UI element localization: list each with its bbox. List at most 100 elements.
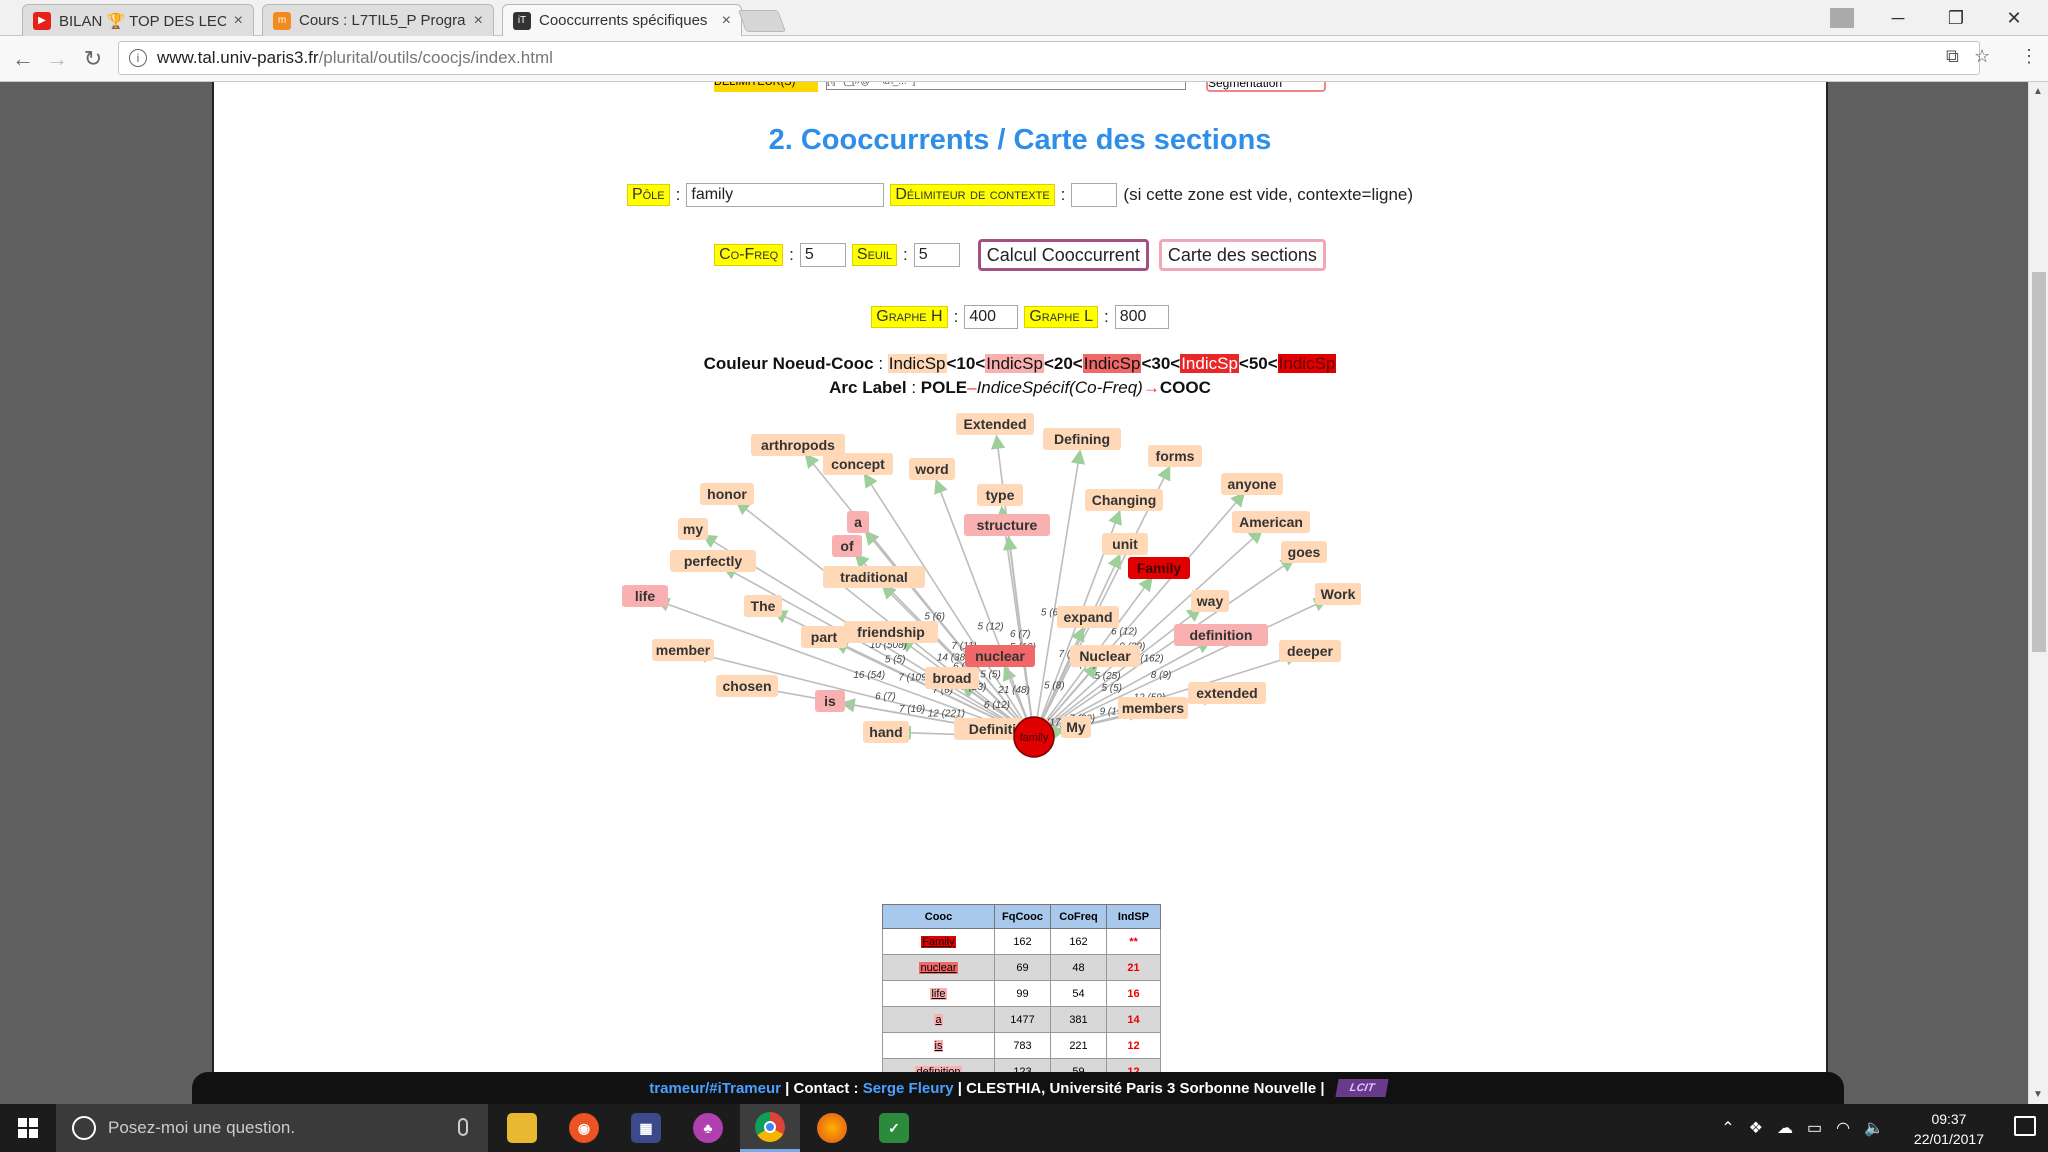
cooc-link[interactable]: life xyxy=(930,987,947,1000)
info-icon[interactable]: i xyxy=(129,49,147,67)
node-definition[interactable]: definition xyxy=(1174,624,1268,646)
translate-icon[interactable]: ⧉ xyxy=(1946,46,1959,67)
chrome-app[interactable] xyxy=(740,1104,800,1152)
battery-icon[interactable]: ▭ xyxy=(1807,1118,1822,1138)
node-goes[interactable]: goes xyxy=(1281,541,1327,563)
new-tab-button[interactable] xyxy=(737,10,787,32)
reload-icon[interactable]: ↻ xyxy=(78,44,108,74)
volume-icon[interactable]: 🔈 xyxy=(1864,1118,1884,1138)
node-word[interactable]: word xyxy=(909,458,955,480)
close-tab-icon[interactable]: × xyxy=(234,12,243,30)
node-family[interactable]: Family xyxy=(1128,557,1190,579)
cooc-link[interactable]: is xyxy=(933,1039,944,1052)
bookmark-star-icon[interactable]: ☆ xyxy=(1974,46,1990,67)
scroll-up-icon[interactable]: ▲ xyxy=(2033,86,2043,97)
node-of[interactable]: of xyxy=(832,535,862,557)
delimiteur-input[interactable]: [\]'"’(_[#@^ ''\u\_...~] xyxy=(826,82,1186,90)
node-type[interactable]: type xyxy=(977,484,1023,506)
node-broad[interactable]: broad xyxy=(925,667,979,689)
segmentation-button[interactable]: Segmentation xyxy=(1206,82,1326,92)
cortana-search-box[interactable]: Posez-moi une question. xyxy=(56,1104,488,1152)
windows-start-button[interactable] xyxy=(0,1104,56,1152)
page-scrollbar[interactable]: ▲ ▼ xyxy=(2028,82,2048,1104)
node-arthropods[interactable]: arthropods xyxy=(751,434,845,456)
seuil-input[interactable] xyxy=(913,243,960,267)
cell-cooc[interactable]: nuclear xyxy=(882,954,995,981)
node-a[interactable]: a xyxy=(847,511,869,533)
node-extended[interactable]: extended xyxy=(1188,682,1266,704)
clock[interactable]: 09:37 22/01/2017 xyxy=(1914,1109,1984,1149)
minimize-icon[interactable]: ─ xyxy=(1870,0,1926,36)
node-perfectly[interactable]: perfectly xyxy=(670,550,756,572)
ubuntu-app[interactable]: ◉ xyxy=(554,1104,614,1152)
node-extended[interactable]: Extended xyxy=(956,413,1034,435)
back-icon[interactable]: ← xyxy=(8,44,38,74)
carte-des-sections-button[interactable]: Carte des sections xyxy=(1158,239,1326,271)
serge-fleury-link[interactable]: Serge Fleury xyxy=(863,1080,954,1097)
onedrive-icon[interactable]: ☁ xyxy=(1777,1118,1793,1138)
wifi-icon[interactable]: ◠ xyxy=(1836,1118,1850,1138)
close-tab-icon[interactable]: × xyxy=(474,12,483,30)
close-window-icon[interactable]: ✕ xyxy=(1986,0,2042,36)
node-way[interactable]: way xyxy=(1191,590,1229,612)
scroll-thumb[interactable] xyxy=(2032,272,2046,652)
node-deeper[interactable]: deeper xyxy=(1279,640,1341,662)
node-hand[interactable]: hand xyxy=(863,721,909,743)
cell-cooc[interactable]: Family xyxy=(882,928,995,955)
calcul-cooccurrent-button[interactable]: Calcul Cooccurrent xyxy=(977,239,1149,271)
tab-youtube[interactable]: ▶ BILAN 🏆 TOP DES LECT × xyxy=(22,4,254,36)
node-expand[interactable]: expand xyxy=(1057,606,1119,628)
address-bar[interactable]: i www.tal.univ-paris3.fr/plurital/outils… xyxy=(118,41,1980,75)
node-part[interactable]: part xyxy=(801,626,847,648)
forward-icon[interactable]: → xyxy=(42,44,72,74)
trameur-link[interactable]: trameur/#iTrameur xyxy=(649,1080,781,1097)
cell-cooc[interactable]: life xyxy=(882,980,995,1007)
microphone-icon[interactable] xyxy=(458,1118,468,1136)
node-structure[interactable]: structure xyxy=(964,514,1050,536)
graphe-h-input[interactable] xyxy=(964,305,1019,329)
tab-moodle[interactable]: m Cours : L7TIL5_P Program × xyxy=(262,4,494,36)
node-chosen[interactable]: chosen xyxy=(716,675,778,697)
cooc-link[interactable]: nuclear xyxy=(919,961,958,974)
show-hidden-icons[interactable]: ⌃ xyxy=(1721,1118,1734,1138)
notification-center-icon[interactable] xyxy=(2014,1116,2036,1136)
node-life[interactable]: life xyxy=(622,585,668,607)
node-anyone[interactable]: anyone xyxy=(1221,473,1283,495)
dropbox-icon[interactable]: ❖ xyxy=(1749,1118,1763,1138)
node-member[interactable]: member xyxy=(652,639,714,661)
node-is[interactable]: is xyxy=(815,690,845,712)
file-explorer-app[interactable] xyxy=(492,1104,552,1152)
node-concept[interactable]: concept xyxy=(823,453,893,475)
user-profile-icon[interactable] xyxy=(1814,0,1870,36)
close-tab-icon[interactable]: × xyxy=(722,12,731,30)
node-the[interactable]: The xyxy=(744,595,782,617)
cooc-link[interactable]: Family xyxy=(921,935,956,948)
node-my[interactable]: My xyxy=(1061,716,1091,738)
context-delimiter-input[interactable] xyxy=(1071,183,1118,207)
cell-cooc[interactable]: is xyxy=(882,1032,995,1059)
tab-cooccurrents[interactable]: iT Cooccurrents spécifiques × xyxy=(502,4,742,36)
node-nuclear[interactable]: nuclear xyxy=(965,645,1035,667)
node-friendship[interactable]: friendship xyxy=(844,621,938,643)
node-changing[interactable]: Changing xyxy=(1085,489,1163,511)
node-forms[interactable]: forms xyxy=(1148,445,1202,467)
node-nuclear[interactable]: Nuclear xyxy=(1070,645,1140,667)
node-traditional[interactable]: traditional xyxy=(823,566,925,588)
scroll-down-icon[interactable]: ▼ xyxy=(2033,1089,2043,1100)
node-members[interactable]: members xyxy=(1118,697,1188,719)
node-honor[interactable]: honor xyxy=(700,483,754,505)
pink-app[interactable]: ♣ xyxy=(678,1104,738,1152)
cell-cooc[interactable]: a xyxy=(882,1006,995,1033)
firefox-app[interactable] xyxy=(802,1104,862,1152)
node-my[interactable]: my xyxy=(678,518,708,540)
cooc-link[interactable]: a xyxy=(934,1013,943,1026)
graphe-l-input[interactable] xyxy=(1114,305,1169,329)
pole-input[interactable] xyxy=(686,183,885,207)
node-work[interactable]: Work xyxy=(1315,583,1361,605)
grid-app[interactable]: ▦ xyxy=(616,1104,676,1152)
node-american[interactable]: American xyxy=(1232,511,1310,533)
chart-app[interactable]: ✓ xyxy=(864,1104,924,1152)
node-unit[interactable]: unit xyxy=(1102,533,1148,555)
cofreq-input[interactable] xyxy=(799,243,846,267)
menu-icon[interactable]: ⋮ xyxy=(2020,46,2038,67)
